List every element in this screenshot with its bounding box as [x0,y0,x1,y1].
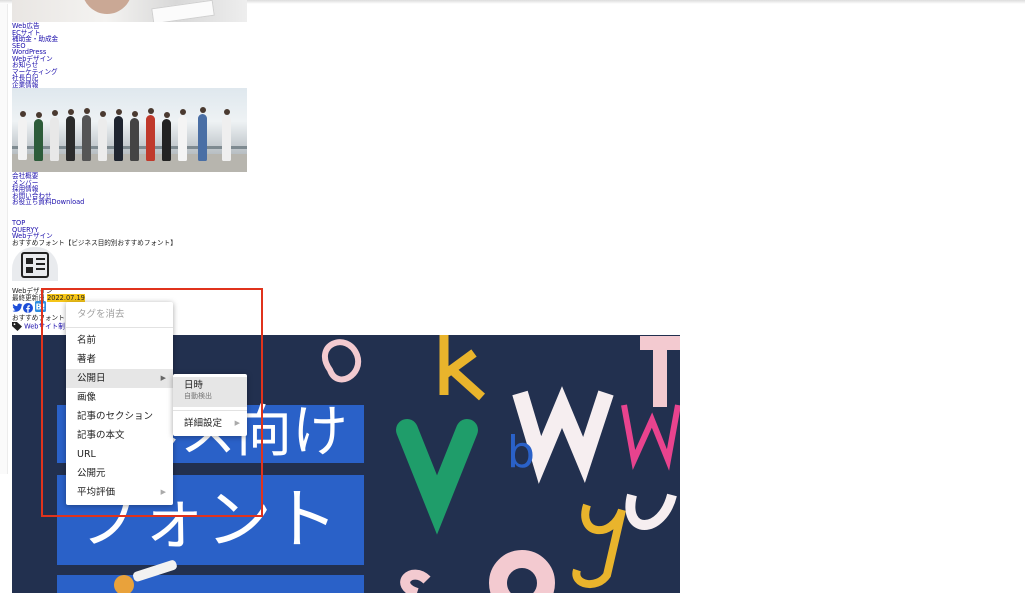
submenu-item-label: 日時 [184,380,204,391]
menu-item-url[interactable]: URL [66,445,173,464]
menu-item-article-section[interactable]: 記事のセクション [66,407,173,426]
breadcrumb: TOP QUERYY Webデザイン [12,220,53,240]
header-photo [12,0,247,22]
page-title: おすすめフォント【ビジネス目的別おすすめフォント】 [12,239,177,247]
submenu-item-sublabel: 自動検出 [184,392,212,400]
newspaper-icon [21,252,49,278]
tag-icon [12,322,22,331]
nav-link-download[interactable]: お役立ち資料Download [12,199,84,206]
menu-item-author[interactable]: 著者 [66,350,173,369]
menu-separator [173,410,247,411]
menu-item-article-body[interactable]: 記事の本文 [66,426,173,445]
menu-item-label: 画像 [77,392,97,403]
facebook-icon[interactable] [23,303,33,313]
submenu-arrow-icon: ▶ [160,488,166,496]
company-nav: 会社概要 メンバー 採用情報 お問い合わせ お役立ち資料Download [12,173,84,206]
submenu-arrow-icon: ▶ [234,419,240,427]
publish-date-submenu: 日時 自動検出 詳細設定 ▶ [173,374,247,436]
menu-item-label: 平均評価 [77,487,116,498]
twitter-icon[interactable] [12,303,23,313]
category-badge [12,247,58,281]
menu-item-label: 記事の本文 [77,430,125,441]
submenu-item-datetime[interactable]: 日時 自動検出 [173,377,247,407]
menu-item-label: 公開元 [77,468,106,479]
menu-item-image[interactable]: 画像 [66,388,173,407]
context-menu: タグを消去 名前 著者 公開日 ▶ 画像 記事のセクション 記事の本文 URL 公… [66,302,173,505]
menu-item-label: 記事のセクション [77,411,154,422]
team-photo [12,88,247,172]
menu-item-publish-date[interactable]: 公開日 ▶ [66,369,173,388]
submenu-arrow-icon: ▶ [160,374,166,382]
submenu-item-label: 詳細設定 [184,418,223,429]
menu-item-label: 公開日 [77,373,106,384]
hero-letter-b: b [507,427,535,478]
category-nav: Web広告 ECサイト 補助金・助成金 SEO WordPress Webデザイ… [12,23,58,88]
menu-separator [66,327,173,328]
left-sidebar-strip [0,4,8,474]
menu-item-label: 名前 [77,335,97,346]
menu-item-label: URL [77,449,96,460]
menu-item-name[interactable]: 名前 [66,331,173,350]
menu-item-clear-tags[interactable]: タグを消去 [66,305,173,324]
menu-item-label: タグを消去 [77,309,125,320]
submenu-item-advanced-settings[interactable]: 詳細設定 ▶ [173,414,247,433]
menu-item-publisher[interactable]: 公開元 [66,464,173,483]
menu-item-average-rating[interactable]: 平均評価 ▶ [66,483,173,502]
menu-item-label: 著者 [77,354,97,365]
